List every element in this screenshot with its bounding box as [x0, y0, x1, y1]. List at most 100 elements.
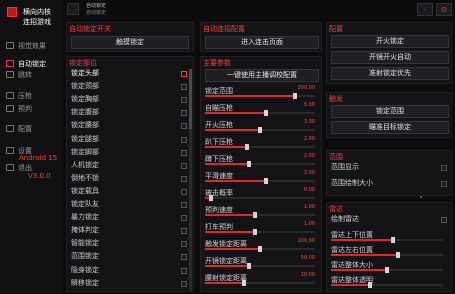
- slider-track[interactable]: [205, 93, 315, 99]
- slider-knob[interactable]: [396, 252, 401, 258]
- touch-lock-button[interactable]: 触摸锁定: [71, 36, 189, 49]
- slider-knob[interactable]: [368, 282, 373, 288]
- slider-track[interactable]: [205, 229, 315, 235]
- slider-track[interactable]: [205, 212, 315, 218]
- aim-part-label: 锁定头部: [71, 69, 99, 77]
- setting-slider[interactable]: 预判速度 1.00: [205, 204, 315, 218]
- draw-radar-toggle[interactable]: 绘制雷达: [331, 214, 449, 226]
- sidebar-item-config[interactable]: 配置: [4, 122, 60, 135]
- brand-title: 横向内核: [23, 8, 51, 16]
- streamer-config-button[interactable]: 一键使用主播调校配置: [205, 69, 319, 82]
- slider-knob[interactable]: [258, 127, 262, 133]
- radar-slider[interactable]: 雷达左右位置: [331, 245, 443, 258]
- setting-slider[interactable]: 触发锁定距离 100.00: [205, 238, 315, 252]
- aim-part-item[interactable]: 锁定脚部: [71, 147, 189, 159]
- aim-part-item[interactable]: 掩体判定: [71, 225, 189, 237]
- aim-part-item[interactable]: 范围锁定: [71, 251, 189, 263]
- aim-lock-priority-button[interactable]: 准射锁定优先: [331, 67, 449, 80]
- aim-part-item[interactable]: 智能锁定: [71, 238, 189, 250]
- aim-part-item[interactable]: 瞬移锁定: [71, 278, 189, 290]
- slider-knob[interactable]: [252, 229, 257, 235]
- setting-slider[interactable]: 开镜锁定距离 50.00: [205, 255, 315, 269]
- range-size-row[interactable]: 范围绘制大小: [331, 178, 449, 190]
- close-button[interactable]: ⊘: [436, 3, 452, 16]
- aim-part-item[interactable]: 锁定腿部: [71, 134, 189, 146]
- setting-slider[interactable]: 自瞄压枪 5.00: [205, 102, 315, 116]
- slider-track[interactable]: [205, 178, 315, 184]
- slider-track[interactable]: [205, 246, 315, 252]
- slider-knob[interactable]: [252, 212, 257, 218]
- slider-track[interactable]: [331, 282, 443, 288]
- slider-knob[interactable]: [263, 178, 268, 184]
- slider-knob[interactable]: [293, 93, 298, 99]
- sidebar-item-predict[interactable]: 预判: [4, 102, 60, 115]
- panel-title: 配置: [329, 25, 343, 33]
- aim-part-item[interactable]: 人机锁定: [71, 160, 189, 172]
- setting-slider[interactable]: 腰射锁定距离 10.00: [205, 272, 315, 286]
- slider-knob[interactable]: [247, 263, 251, 269]
- slider-track[interactable]: [331, 267, 443, 273]
- checkbox-icon: [181, 97, 187, 104]
- slider-fill: [205, 180, 266, 182]
- checkbox-icon: [181, 254, 187, 261]
- aim-part-item[interactable]: 锁定载具: [71, 186, 189, 198]
- slider-track[interactable]: [205, 280, 315, 286]
- auto-lock-panel: 自动锁定开关 触摸锁定: [66, 22, 194, 52]
- slider-knob[interactable]: [244, 144, 249, 150]
- aim-parts-scrollbar[interactable]: [189, 69, 192, 291]
- lock-range-button[interactable]: 锁定范围: [331, 105, 449, 118]
- setting-slider[interactable]: 被击概率 0.00: [205, 187, 315, 201]
- setting-slider[interactable]: 趴下压枪 2.00: [205, 136, 315, 150]
- aim-part-item[interactable]: 锁定颈部: [71, 81, 189, 93]
- aim-part-item[interactable]: 锁定头部: [71, 68, 189, 80]
- range-display-toggle[interactable]: 范围显示: [331, 162, 449, 174]
- setting-slider[interactable]: 平滑速度 3.00: [205, 170, 315, 184]
- sidebar-item-recoil[interactable]: 压枪: [4, 89, 60, 102]
- minimize-button[interactable]: -: [417, 3, 433, 16]
- setting-slider[interactable]: 打车预判 1.00: [205, 221, 315, 235]
- slider-track[interactable]: [205, 110, 315, 116]
- slider-track[interactable]: [205, 263, 315, 269]
- slider-track[interactable]: [331, 237, 443, 243]
- sidebar: 横向内核 连招游戏 视觉效果 自动锁定 跳转 压枪 预判 配置 设置 Andro…: [0, 0, 62, 294]
- aim-part-item[interactable]: 暴力锁定: [71, 212, 189, 224]
- fire-lock-button[interactable]: 开火锁定: [331, 35, 449, 48]
- aim-part-item[interactable]: 锁定腰部: [71, 120, 189, 132]
- slider-knob[interactable]: [390, 237, 395, 243]
- crosshair-icon: [6, 60, 14, 67]
- scope-fire-auto-button[interactable]: 开镜开火自动: [331, 51, 449, 64]
- slider-knob[interactable]: [263, 110, 268, 116]
- sidebar-item-jump[interactable]: 跳转: [4, 68, 60, 81]
- aim-part-item[interactable]: 锁定腹部: [71, 107, 189, 119]
- slider-knob[interactable]: [241, 280, 246, 286]
- slider-fill: [205, 282, 244, 284]
- aim-parts-panel: 锁定部位 锁定头部 锁定颈部 锁定胸部 锁定腹部 锁定腰部 锁定腿部 锁定脚部 人机锁定 倒地不…: [66, 56, 194, 292]
- sidebar-item-visual[interactable]: 视觉效果: [4, 39, 60, 52]
- slider-knob[interactable]: [385, 267, 389, 273]
- slider-track[interactable]: [331, 252, 443, 258]
- target-lock-button[interactable]: 瞄准目标锁定: [331, 121, 449, 134]
- setting-slider[interactable]: 开火压枪 3.00: [205, 119, 315, 133]
- slider-fill: [205, 95, 296, 97]
- panel-title: 范围: [329, 153, 343, 161]
- slider-fill: [205, 248, 260, 250]
- slider-track[interactable]: [205, 127, 315, 133]
- slider-fill: [205, 231, 255, 233]
- slider-track[interactable]: [205, 195, 315, 201]
- aim-part-item[interactable]: 锁定胸部: [71, 94, 189, 106]
- radar-slider[interactable]: 雷达上下位置: [331, 230, 443, 243]
- setting-slider[interactable]: 锁定范围 300.00: [205, 85, 315, 99]
- aim-part-item[interactable]: 锁定队友: [71, 199, 189, 211]
- slider-knob[interactable]: [208, 195, 213, 201]
- slider-knob[interactable]: [247, 161, 251, 167]
- aim-part-item[interactable]: 倒地不锁: [71, 173, 189, 185]
- setting-slider[interactable]: 蹲下压枪 2.00: [205, 153, 315, 167]
- aim-part-item[interactable]: 隐身锁定: [71, 265, 189, 277]
- slider-track[interactable]: [205, 161, 315, 167]
- sidebar-item-label: 视觉效果: [18, 42, 46, 50]
- radar-slider[interactable]: 雷达整体透明: [331, 275, 443, 288]
- slider-track[interactable]: [205, 144, 315, 150]
- radar-slider[interactable]: 雷达整体大小: [331, 260, 443, 273]
- enter-combo-button[interactable]: 进入连击页面: [205, 36, 319, 49]
- slider-knob[interactable]: [258, 246, 262, 252]
